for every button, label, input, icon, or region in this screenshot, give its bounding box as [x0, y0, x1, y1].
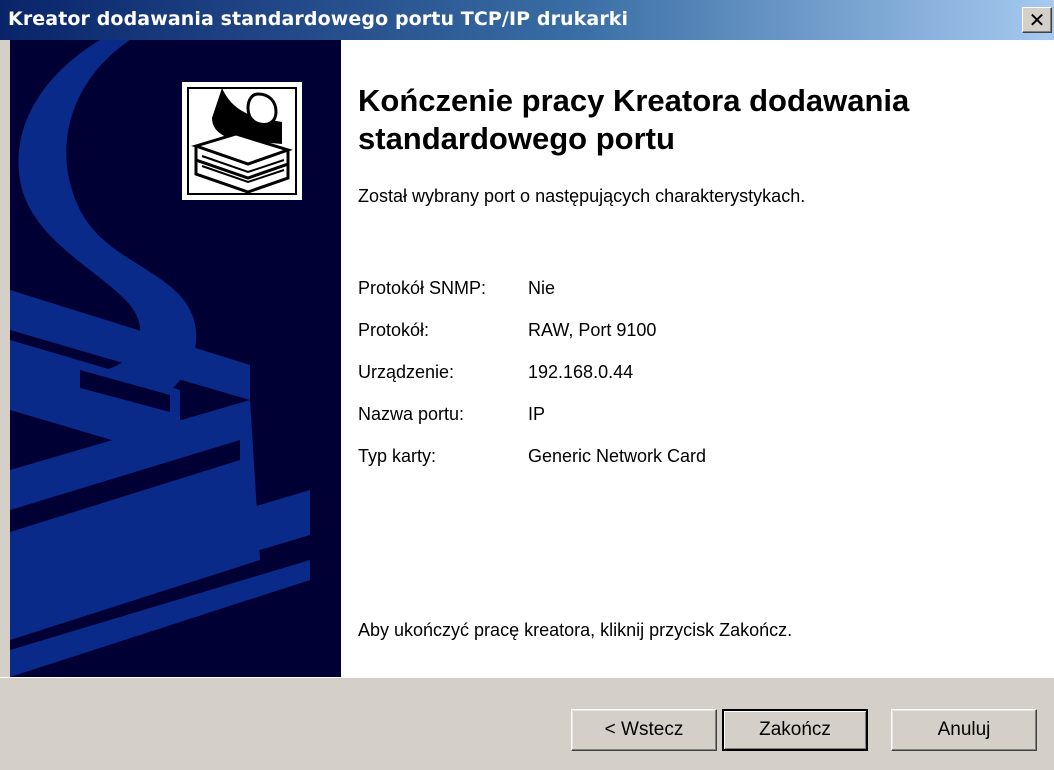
- property-label: Protokół SNMP:: [358, 278, 487, 298]
- wizard-page: Kończenie pracy Kreatora dodawania stand…: [10, 40, 1054, 677]
- page-title: Kończenie pracy Kreatora dodawania stand…: [358, 83, 910, 156]
- wizard-button-bar: < Wstecz Zakończ Anuluj: [0, 677, 1054, 770]
- back-button-label: < Wstecz: [604, 719, 684, 740]
- property-value: Generic Network Card: [528, 446, 707, 466]
- cancel-button[interactable]: Anuluj: [891, 709, 1037, 751]
- close-button[interactable]: ✕: [1022, 7, 1052, 33]
- property-label: Typ karty:: [358, 446, 437, 466]
- property-value: RAW, Port 9100: [528, 320, 657, 340]
- window-title: Kreator dodawania standardowego portu TC…: [8, 8, 629, 30]
- cancel-button-label: Anuluj: [937, 719, 991, 740]
- finish-button-label: Zakończ: [759, 719, 831, 740]
- title-bar[interactable]: Kreator dodawania standardowego portu TC…: [0, 0, 1054, 40]
- intro-text: Został wybrany port o następujących char…: [358, 186, 806, 206]
- finish-hint-text: Aby ukończyć pracę kreatora, kliknij prz…: [358, 620, 793, 640]
- property-label: Urządzenie:: [358, 362, 455, 382]
- property-label: Nazwa portu:: [358, 404, 465, 424]
- property-value: IP: [528, 404, 546, 424]
- printer-port-icon: [182, 82, 302, 200]
- property-value: 192.168.0.44: [528, 362, 634, 382]
- property-value: Nie: [528, 278, 556, 298]
- close-icon: ✕: [1028, 8, 1046, 32]
- property-label: Protokół:: [358, 320, 430, 340]
- back-button[interactable]: < Wstecz: [571, 709, 717, 751]
- finish-button[interactable]: Zakończ: [722, 709, 868, 751]
- wizard-side-banner: [10, 40, 341, 677]
